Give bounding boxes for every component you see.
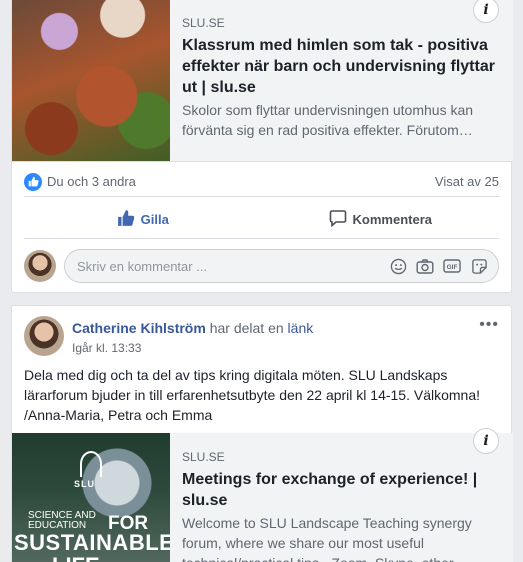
speech-bubble-icon <box>329 209 353 230</box>
shared-link[interactable]: länk <box>288 320 314 336</box>
thumbs-up-icon <box>117 209 141 230</box>
emoji-icon[interactable] <box>389 257 407 275</box>
sticker-icon[interactable] <box>470 257 488 275</box>
post-meta: Catherine Kihlström har delat en länk Ig… <box>72 320 313 356</box>
svg-text:GIF: GIF <box>447 264 458 271</box>
camera-icon[interactable] <box>416 257 434 275</box>
author-name[interactable]: Catherine Kihlström <box>72 320 206 336</box>
comment-button[interactable]: Kommentera <box>262 201 500 238</box>
post-header: Catherine Kihlström har delat en länk Ig… <box>24 316 499 356</box>
preview-text[interactable]: SLU.SE Klassrum med himlen som tak - pos… <box>170 0 513 161</box>
comment-placeholder: Skriv en kommentar ... <box>77 258 208 274</box>
likes-count[interactable]: Du och 3 andra <box>47 174 136 189</box>
preview-image[interactable] <box>12 0 170 161</box>
preview-domain: SLU.SE <box>182 450 225 464</box>
post-card-1: SLU.SE Klassrum med himlen som tak - pos… <box>11 0 513 293</box>
slu-logo-icon <box>80 451 102 477</box>
comment-composer: Skriv en kommentar ... GIF <box>24 249 499 283</box>
link-preview[interactable]: SLU.SE Klassrum med himlen som tak - pos… <box>12 0 513 162</box>
comment-input[interactable]: Skriv en kommentar ... GIF <box>64 249 499 283</box>
reactions-bar: Du och 3 andra Visat av 25 <box>24 167 499 197</box>
image-logo-text: SLU <box>74 479 95 489</box>
preview-description: Skolor som flyttar undervisningen utomhu… <box>182 102 474 138</box>
preview-image[interactable]: SLU SCIENCE AND EDUCATION FOR SUSTAINABL… <box>12 433 170 562</box>
post-body: Dela med dig och ta del av tips kring di… <box>24 367 481 423</box>
comment-tools: GIF <box>389 257 498 275</box>
info-icon[interactable]: i <box>473 428 499 454</box>
comment-label: Kommentera <box>352 212 432 227</box>
preview-title[interactable]: Meetings for exchange of experience! | s… <box>182 469 503 511</box>
image-word-life: LIFE <box>52 553 100 562</box>
avatar[interactable] <box>24 250 56 282</box>
action-bar: Gilla Kommentera <box>24 201 499 239</box>
preview-description: Welcome to SLU Landscape Teaching synerg… <box>182 515 472 562</box>
link-preview[interactable]: SLU SCIENCE AND EDUCATION FOR SUSTAINABL… <box>12 428 513 562</box>
views-count[interactable]: Visat av 25 <box>435 174 499 189</box>
gif-icon[interactable]: GIF <box>443 257 461 275</box>
post-card-2: Catherine Kihlström har delat en länk Ig… <box>11 305 513 562</box>
preview-domain: SLU.SE <box>182 16 225 30</box>
author-avatar[interactable] <box>24 316 64 356</box>
like-button[interactable]: Gilla <box>24 201 262 238</box>
preview-title[interactable]: Klassrum med himlen som tak - positiva e… <box>182 35 503 98</box>
preview-text[interactable]: SLU.SE Meetings for exchange of experien… <box>170 428 513 562</box>
like-reaction-icon[interactable] <box>24 172 42 191</box>
image-caption: SCIENCE AND EDUCATION <box>28 511 96 531</box>
post-timestamp[interactable]: Igår kl. 13:33 <box>72 341 313 355</box>
author-line: Catherine Kihlström har delat en länk <box>72 320 313 336</box>
more-options-icon[interactable]: ••• <box>479 316 499 334</box>
shared-text: har delat en <box>209 320 284 336</box>
like-label: Gilla <box>140 212 169 227</box>
